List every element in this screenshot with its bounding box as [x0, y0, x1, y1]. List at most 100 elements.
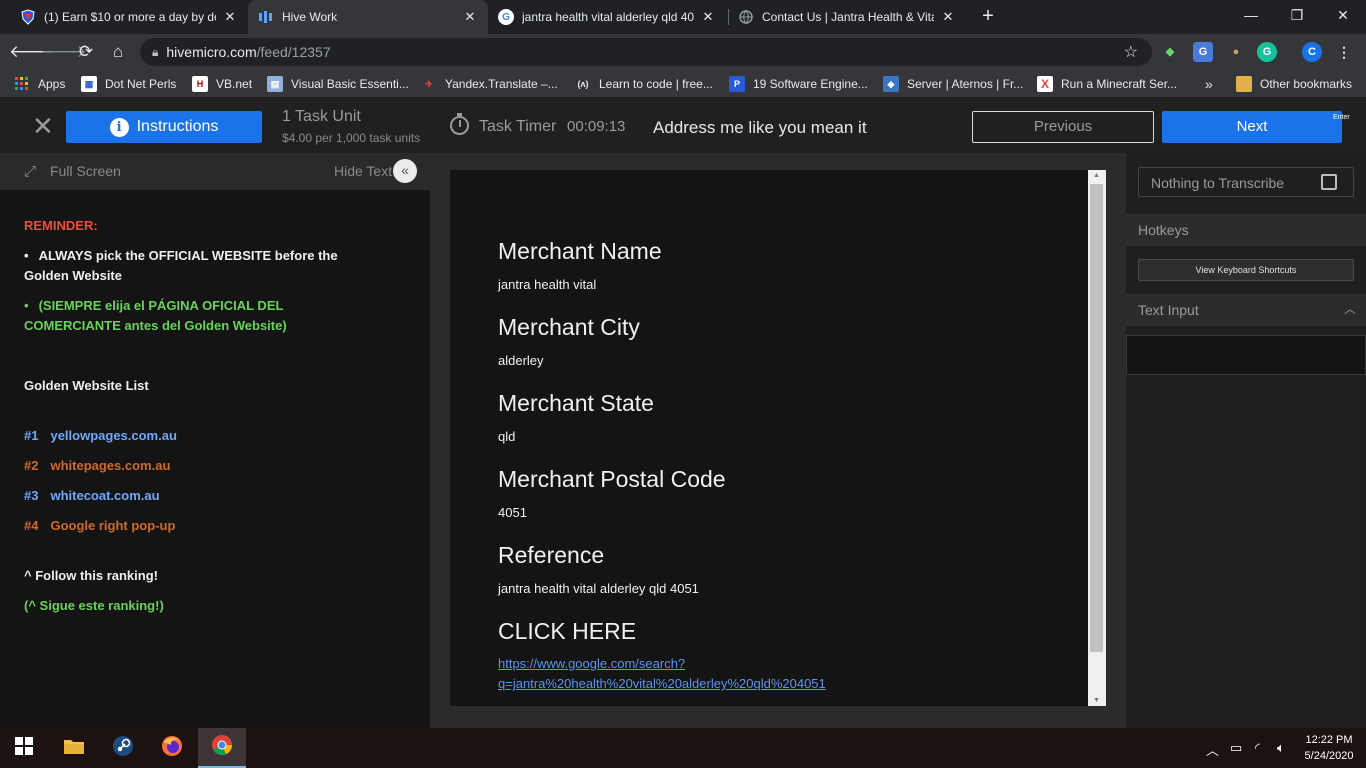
forward-button[interactable]: 🡒 [41, 40, 87, 64]
next-button[interactable]: Next [1162, 111, 1342, 143]
system-clock[interactable]: 12:22 PM 5/24/2020 [1298, 732, 1360, 764]
close-window-button[interactable]: ✕ [1320, 0, 1366, 32]
task-unit-count: 1 Task Unit [282, 108, 361, 125]
link-line[interactable]: q=jantra%20health%20vital%20alderley%20q… [498, 676, 826, 691]
reminder-bullet: • ALWAYS pick the OFFICIAL WEBSITE before… [24, 248, 338, 283]
scrollbar-thumb[interactable] [1090, 184, 1103, 652]
menu-kebab-icon[interactable]: ⋮ [1334, 42, 1354, 62]
instructions-button[interactable]: i Instructions [66, 111, 262, 143]
bookmark-minecraft-server[interactable]: X Run a Minecraft Ser... [1037, 75, 1177, 93]
google-search-link[interactable]: https://www.google.com/search? q=jantra%… [498, 654, 826, 694]
tab-hive-work[interactable]: Hive Work ✕ [248, 0, 488, 34]
merchant-city-label: Merchant City [498, 314, 640, 340]
tab-earn[interactable]: (1) Earn $10 or more a day by do ✕ [10, 0, 248, 34]
wifi-icon[interactable]: ◜ [1255, 740, 1260, 756]
merchant-card: Merchant Name jantra health vital Mercha… [450, 170, 1106, 706]
close-tab-icon[interactable]: ✕ [700, 9, 716, 25]
view-keyboard-shortcuts-button[interactable]: View Keyboard Shortcuts [1138, 259, 1354, 281]
reminder-bullet-text: ALWAYS pick the OFFICIAL WEBSITE before … [24, 248, 338, 283]
bookmark-star-icon[interactable]: ☆ [1124, 42, 1138, 62]
stopwatch-icon [450, 113, 469, 135]
battery-icon[interactable]: ▭ [1230, 740, 1242, 756]
tab-title: Contact Us | Jantra Health & Vital [762, 10, 934, 24]
bookmark-label: VB.net [216, 77, 253, 91]
merchant-state-label: Merchant State [498, 390, 654, 416]
hide-text-button[interactable]: Hide Text [334, 163, 392, 179]
tab-google-search[interactable]: G jantra health vital alderley qld 40 ✕ [488, 0, 726, 34]
extension-icon[interactable]: ◆ [1160, 42, 1180, 62]
chrome-icon [211, 734, 233, 761]
collapse-panel-icon[interactable]: « [393, 159, 417, 183]
close-tab-icon[interactable]: ✕ [222, 9, 238, 25]
merchant-postal-label: Merchant Postal Code [498, 466, 726, 492]
enter-hotkey-hint: Enter [1333, 114, 1350, 121]
full-screen-icon[interactable]: ⤢ [24, 163, 36, 180]
merchant-postal-value: 4051 [498, 505, 527, 520]
new-tab-button[interactable]: + [976, 5, 1000, 29]
profile-avatar[interactable]: C [1302, 42, 1322, 62]
address-bar[interactable]: 🔒︎ hivemicro.com/feed/12357 ☆ [140, 38, 1152, 66]
bookmark-label: 19 Software Engine... [753, 77, 868, 91]
translate-extension-icon[interactable]: G [1193, 42, 1213, 62]
scroll-up-icon[interactable]: ▲ [1093, 172, 1100, 179]
chevron-up-icon[interactable]: ︿ [1344, 300, 1356, 317]
previous-button[interactable]: Previous [972, 111, 1154, 143]
golden-item: #3 whitecoat.com.au [24, 488, 160, 503]
volume-icon[interactable]: 🔈︎ [1277, 740, 1285, 756]
tab-contact-us[interactable]: Contact Us | Jantra Health & Vital ✕ [728, 0, 966, 34]
taskbar-firefox[interactable] [148, 728, 196, 768]
reload-button[interactable]: ⟳ [74, 40, 98, 64]
cookie-extension-icon[interactable]: ● [1226, 42, 1246, 62]
back-button[interactable]: 🡐 [9, 40, 55, 64]
scroll-down-icon[interactable]: ▼ [1093, 697, 1100, 704]
tab-title: Hive Work [282, 10, 338, 24]
bookmark-yandex-translate[interactable]: ✈ Yandex.Translate –... [421, 75, 558, 93]
vbnet-icon: H [192, 76, 208, 92]
text-input-section-header[interactable]: Text Input ︿ [1126, 294, 1366, 326]
link-line[interactable]: https://www.google.com/search? [498, 656, 685, 671]
other-bookmarks[interactable]: Other bookmarks [1236, 75, 1352, 93]
taskbar-file-explorer[interactable] [50, 728, 98, 768]
info-icon: i [109, 117, 129, 137]
bookmark-label: Server | Aternos | Fr... [907, 77, 1024, 91]
bookmark-vbnet[interactable]: H VB.net [192, 75, 252, 93]
response-panel: Nothing to Transcribe Hotkeys View Keybo… [1126, 153, 1366, 728]
minimize-button[interactable]: — [1228, 0, 1274, 32]
close-tab-icon[interactable]: ✕ [462, 9, 478, 25]
bookmark-apps[interactable]: Apps [14, 75, 65, 93]
golden-list-heading: Golden Website List [24, 378, 149, 393]
bookmark-label: Run a Minecraft Ser... [1061, 77, 1178, 91]
text-input-label: Text Input [1138, 302, 1199, 318]
bookmark-visual-basic[interactable]: ▤ Visual Basic Essenti... [267, 75, 409, 93]
url-text[interactable]: hivemicro.com/feed/12357 [166, 44, 330, 60]
nothing-to-transcribe-checkbox[interactable] [1321, 174, 1337, 190]
browser-tab-bar: (1) Earn $10 or more a day by do ✕ Hive … [0, 0, 1366, 34]
hive-task-app: ✕ i Instructions 1 Task Unit $4.00 per 1… [0, 99, 1366, 728]
bookmark-aternos[interactable]: ◈ Server | Aternos | Fr... [883, 75, 1023, 93]
bookmark-dot-net-perls[interactable]: ▦ Dot Net Perls [81, 75, 176, 93]
tray-chevron-up-icon[interactable]: ︿ [1206, 740, 1219, 759]
close-task-button[interactable]: ✕ [32, 113, 54, 139]
nothing-to-transcribe-toggle[interactable]: Nothing to Transcribe [1138, 167, 1354, 197]
reminder-bullet-es-text: (SIEMPRE elija el PÁGINA OFICIAL DEL COM… [24, 298, 287, 333]
maximize-button[interactable]: ❐ [1274, 0, 1320, 32]
taskbar-chrome[interactable] [198, 728, 246, 768]
close-tab-icon[interactable]: ✕ [940, 9, 956, 25]
bookmark-label: Learn to code | free... [599, 77, 713, 91]
home-button[interactable]: ⌂ [106, 40, 130, 64]
taskbar-steam[interactable] [99, 728, 147, 768]
bookmarks-overflow-button[interactable]: » [1205, 75, 1213, 93]
globe-icon [738, 9, 754, 25]
bookmark-freecodecamp[interactable]: (ʌ) Learn to code | free... [575, 75, 713, 93]
instructions-panel-header: ⤢ Full Screen Hide Text « [0, 153, 430, 190]
merchant-city-value: alderley [498, 353, 544, 368]
content-scrollbar[interactable]: ▲ ▼ [1088, 170, 1106, 706]
windows-start-button[interactable] [0, 728, 48, 768]
full-screen-button[interactable]: Full Screen [50, 163, 121, 179]
bookmark-software-engine[interactable]: P 19 Software Engine... [729, 75, 868, 93]
bookmark-label: Other bookmarks [1260, 77, 1353, 91]
text-input-field[interactable] [1126, 335, 1366, 375]
follow-ranking-text: ^ Follow this ranking! [24, 568, 158, 583]
grammarly-icon[interactable]: G [1257, 42, 1277, 62]
reminder-heading: REMINDER: [24, 218, 98, 233]
